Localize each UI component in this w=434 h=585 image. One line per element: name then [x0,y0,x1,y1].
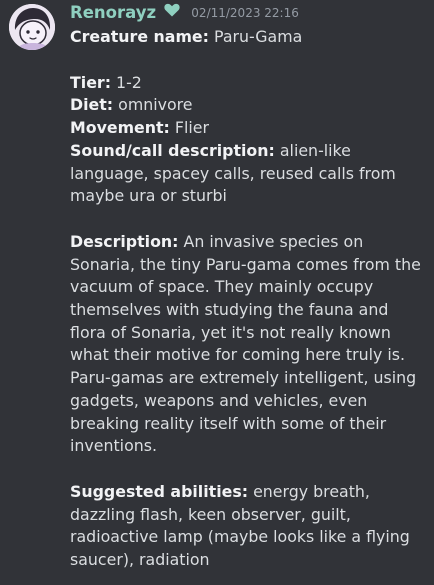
username[interactable]: Renorayz [70,3,156,22]
chat-message: Renorayz 02/11/2023 22:16 Creature name:… [0,0,434,585]
field-movement: Movement: Flier [70,117,428,140]
field-value: An invasive species on Sonaria, the tiny… [70,231,421,456]
timestamp: 02/11/2023 22:16 [191,5,299,20]
field-label: Suggested abilities: [70,481,249,501]
field-label: Sound/call description: [70,140,275,160]
field-sound-call-description: Sound/call description: alien-like langu… [70,140,428,208]
field-suggested-abilities: Suggested abilities: energy breath, dazz… [70,481,428,572]
message-content: Creature name: Paru-Gama Tier: 1-2 Diet:… [70,26,428,572]
field-tier: Tier: 1-2 [70,72,428,95]
field-diet: Diet: omnivore [70,94,428,117]
field-label: Tier: [70,72,112,92]
field-label: Description: [70,231,179,251]
field-value: 1-2 [116,72,142,92]
heart-icon [164,2,180,21]
field-creature-name: Creature name: Paru-Gama [70,26,428,49]
avatar-face-icon [9,4,55,50]
message-header: Renorayz 02/11/2023 22:16 [70,2,299,24]
field-label: Movement: [70,118,170,138]
field-value: omnivore [118,95,193,115]
field-value: Paru-Gama [214,27,303,46]
avatar[interactable] [9,4,55,50]
field-value: Flier [174,118,209,138]
field-label: Diet: [70,95,114,115]
field-description: Description: An invasive species on Sona… [70,231,428,458]
field-label: Creature name: [70,27,209,46]
